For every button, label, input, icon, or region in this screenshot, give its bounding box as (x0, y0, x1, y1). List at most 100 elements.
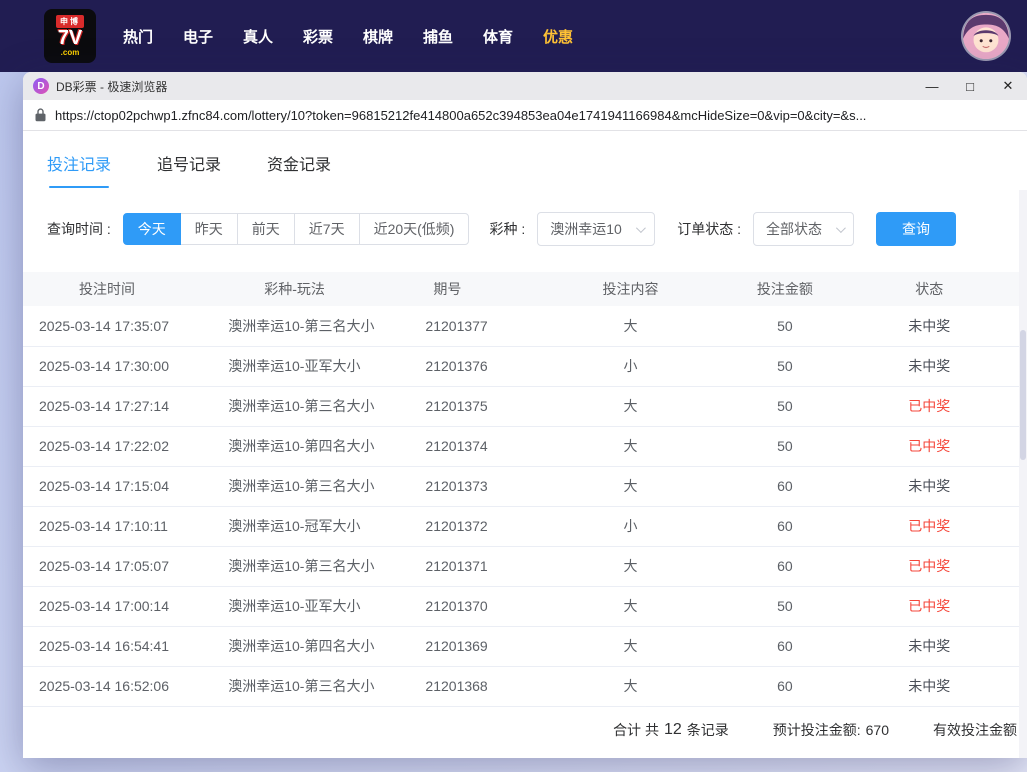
table-row: 2025-03-14 17:30:00澳洲幸运10-亚军大小21201376小5… (23, 346, 1019, 386)
window-title: DB彩票 - 极速浏览器 (56, 78, 167, 95)
cell-status: 已中奖 (860, 506, 1019, 546)
user-avatar[interactable] (963, 13, 1009, 59)
filter-bar: 查询时间 : 今天 昨天 前天 近7天 近20天(低频) 彩种 : 澳洲幸运10… (23, 188, 1027, 246)
cell-status: 未中奖 (860, 666, 1019, 706)
summary-total-count: 12 (664, 721, 682, 739)
table-row: 2025-03-14 17:35:07澳洲幸运10-第三名大小21201377大… (23, 306, 1019, 346)
site-nav: 申博 7V .com 热门 电子 真人 彩票 棋牌 捕鱼 体育 优惠 (0, 0, 1027, 72)
cell-issue-number: 21201373 (411, 466, 550, 506)
cell-status: 已中奖 (860, 386, 1019, 426)
col-header-status: 状态 (860, 272, 1019, 306)
cell-issue-number: 21201372 (411, 506, 550, 546)
table-row: 2025-03-14 16:52:06澳洲幸运10-第三名大小21201368大… (23, 666, 1019, 706)
time-filter-last7days[interactable]: 近7天 (294, 213, 360, 245)
col-header-bet-time: 投注时间 (23, 272, 212, 306)
cell-bet-amount: 50 (710, 306, 859, 346)
cell-bet-time: 2025-03-14 17:10:11 (23, 506, 212, 546)
scrollbar-thumb[interactable] (1020, 330, 1026, 460)
nav-item-live[interactable]: 真人 (228, 26, 288, 47)
screen: 申博 7V .com 热门 电子 真人 彩票 棋牌 捕鱼 体育 优惠 (0, 0, 1027, 772)
url-bar[interactable]: https://ctop02pchwp1.zfnc84.com/lottery/… (23, 100, 1027, 131)
window-titlebar[interactable]: D DB彩票 - 极速浏览器 — □ ✕ (23, 72, 1027, 100)
tab-chase-records[interactable]: 追号记录 (157, 151, 221, 188)
nav-item-cards[interactable]: 棋牌 (348, 26, 408, 47)
nav-item-sports[interactable]: 体育 (468, 26, 528, 47)
browser-window: D DB彩票 - 极速浏览器 — □ ✕ https://ctop02pchwp… (23, 72, 1027, 758)
cell-game-type: 澳洲幸运10-第三名大小 (212, 666, 411, 706)
cell-bet-content: 大 (551, 386, 710, 426)
nav-item-fishing[interactable]: 捕鱼 (408, 26, 468, 47)
table-row: 2025-03-14 16:54:41澳洲幸运10-第四名大小21201369大… (23, 626, 1019, 666)
summary-bar: 合计 共 12 条记录 预计投注金额: 670 有效投注金额 (23, 707, 1027, 753)
cell-bet-amount: 50 (710, 346, 859, 386)
cell-game-type: 澳洲幸运10-亚军大小 (212, 346, 411, 386)
tab-fund-records[interactable]: 资金记录 (267, 151, 331, 188)
cell-bet-content: 大 (551, 666, 710, 706)
site-logo[interactable]: 申博 7V .com (44, 9, 96, 63)
cell-status: 已中奖 (860, 586, 1019, 626)
col-header-bet-amount: 投注金额 (710, 272, 859, 306)
close-button[interactable]: ✕ (989, 72, 1027, 100)
time-filter-day-before[interactable]: 前天 (237, 213, 295, 245)
minimize-button[interactable]: — (913, 72, 951, 100)
page-content: 投注记录 追号记录 资金记录 查询时间 : 今天 昨天 前天 近7天 近20天(… (23, 131, 1027, 758)
lottery-select[interactable]: 澳洲幸运10 (537, 212, 655, 246)
cell-status: 未中奖 (860, 346, 1019, 386)
time-filter-yesterday[interactable]: 昨天 (180, 213, 238, 245)
table-row: 2025-03-14 17:05:07澳洲幸运10-第三名大小21201371大… (23, 546, 1019, 586)
nav-item-lottery[interactable]: 彩票 (288, 26, 348, 47)
nav-item-slots[interactable]: 电子 (168, 26, 228, 47)
cell-status: 未中奖 (860, 466, 1019, 506)
cell-status: 已中奖 (860, 546, 1019, 586)
col-header-game-type: 彩种-玩法 (212, 272, 411, 306)
summary-total-suffix: 条记录 (687, 720, 729, 740)
cell-status: 未中奖 (860, 626, 1019, 666)
scrollbar-track[interactable] (1019, 190, 1027, 758)
maximize-button[interactable]: □ (951, 72, 989, 100)
cell-bet-time: 2025-03-14 17:22:02 (23, 426, 212, 466)
time-filter-last20days[interactable]: 近20天(低频) (359, 213, 470, 245)
order-status-select[interactable]: 全部状态 (753, 212, 854, 246)
cell-game-type: 澳洲幸运10-冠军大小 (212, 506, 411, 546)
cell-status: 未中奖 (860, 306, 1019, 346)
cell-game-type: 澳洲幸运10-第三名大小 (212, 546, 411, 586)
time-filter-group: 今天 昨天 前天 近7天 近20天(低频) (123, 213, 470, 245)
summary-expected: 预计投注金额: 670 (773, 720, 889, 740)
time-filter-today[interactable]: 今天 (123, 213, 181, 245)
site-menu: 热门 电子 真人 彩票 棋牌 捕鱼 体育 优惠 (108, 26, 588, 47)
cell-issue-number: 21201377 (411, 306, 550, 346)
tab-bet-records[interactable]: 投注记录 (47, 151, 111, 188)
avatar-illustration (963, 13, 1009, 59)
table-row: 2025-03-14 17:15:04澳洲幸运10-第三名大小21201373大… (23, 466, 1019, 506)
lottery-select-value: 澳洲幸运10 (550, 219, 622, 239)
table-row: 2025-03-14 17:27:14澳洲幸运10-第三名大小21201375大… (23, 386, 1019, 426)
cell-issue-number: 21201376 (411, 346, 550, 386)
table-header-row: 投注时间 彩种-玩法 期号 投注内容 投注金额 状态 (23, 272, 1019, 306)
summary-expected-label: 预计投注金额: (773, 720, 861, 740)
lottery-filter-label: 彩种 : (489, 219, 525, 239)
cell-bet-content: 大 (551, 466, 710, 506)
cell-bet-amount: 60 (710, 466, 859, 506)
tabs: 投注记录 追号记录 资金记录 (23, 131, 1027, 188)
logo-main: 7V (58, 28, 82, 49)
cell-issue-number: 21201368 (411, 666, 550, 706)
cell-issue-number: 21201375 (411, 386, 550, 426)
cell-bet-time: 2025-03-14 17:05:07 (23, 546, 212, 586)
time-filter-label: 查询时间 : (47, 219, 111, 239)
cell-bet-time: 2025-03-14 16:52:06 (23, 666, 212, 706)
nav-item-hot[interactable]: 热门 (108, 26, 168, 47)
nav-item-promo[interactable]: 优惠 (528, 26, 588, 47)
col-header-bet-content: 投注内容 (551, 272, 710, 306)
cell-game-type: 澳洲幸运10-亚军大小 (212, 586, 411, 626)
cell-game-type: 澳洲幸运10-第四名大小 (212, 626, 411, 666)
cell-bet-time: 2025-03-14 16:54:41 (23, 626, 212, 666)
summary-valid: 有效投注金额 (933, 720, 1017, 740)
cell-game-type: 澳洲幸运10-第三名大小 (212, 466, 411, 506)
cell-issue-number: 21201369 (411, 626, 550, 666)
order-status-value: 全部状态 (766, 219, 822, 239)
window-controls: — □ ✕ (913, 72, 1027, 100)
cell-game-type: 澳洲幸运10-第四名大小 (212, 426, 411, 466)
cell-bet-time: 2025-03-14 17:15:04 (23, 466, 212, 506)
cell-bet-amount: 60 (710, 506, 859, 546)
query-button[interactable]: 查询 (876, 212, 956, 246)
